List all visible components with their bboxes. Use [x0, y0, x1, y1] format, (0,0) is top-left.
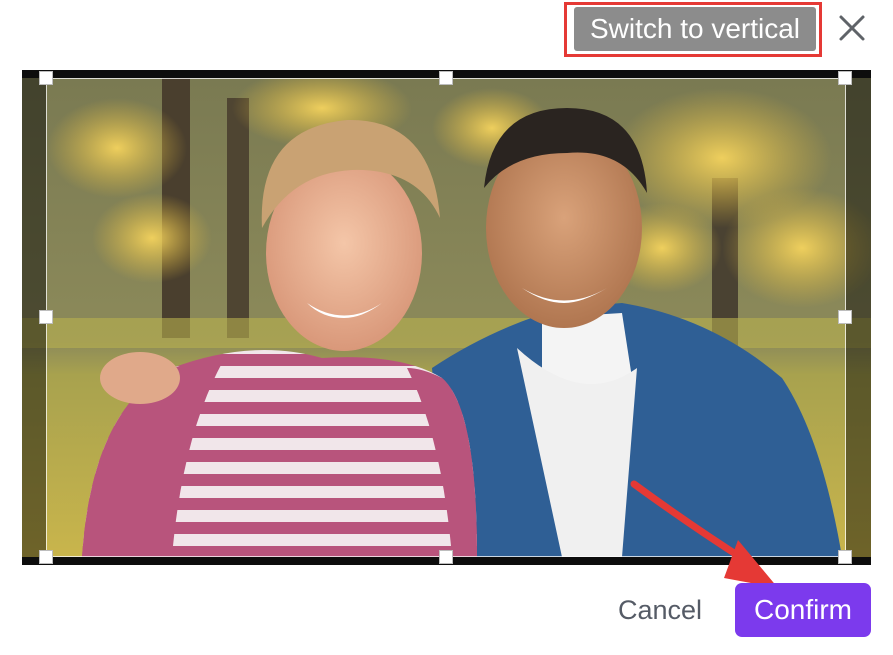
crop-handle-top[interactable] — [439, 71, 453, 85]
crop-handle-top-right[interactable] — [838, 71, 852, 85]
crop-handle-right[interactable] — [838, 310, 852, 324]
crop-handle-bottom-right[interactable] — [838, 550, 852, 564]
close-button[interactable] — [834, 10, 870, 46]
crop-handle-left[interactable] — [39, 310, 53, 324]
crop-handle-bottom[interactable] — [439, 550, 453, 564]
crop-handle-top-left[interactable] — [39, 71, 53, 85]
switch-orientation-button[interactable]: Switch to vertical — [574, 7, 816, 51]
cancel-button[interactable]: Cancel — [604, 585, 716, 635]
confirm-button[interactable]: Confirm — [735, 583, 871, 637]
crop-handle-bottom-left[interactable] — [39, 550, 53, 564]
close-icon — [839, 15, 865, 41]
arrow-annotation-icon — [630, 480, 778, 588]
